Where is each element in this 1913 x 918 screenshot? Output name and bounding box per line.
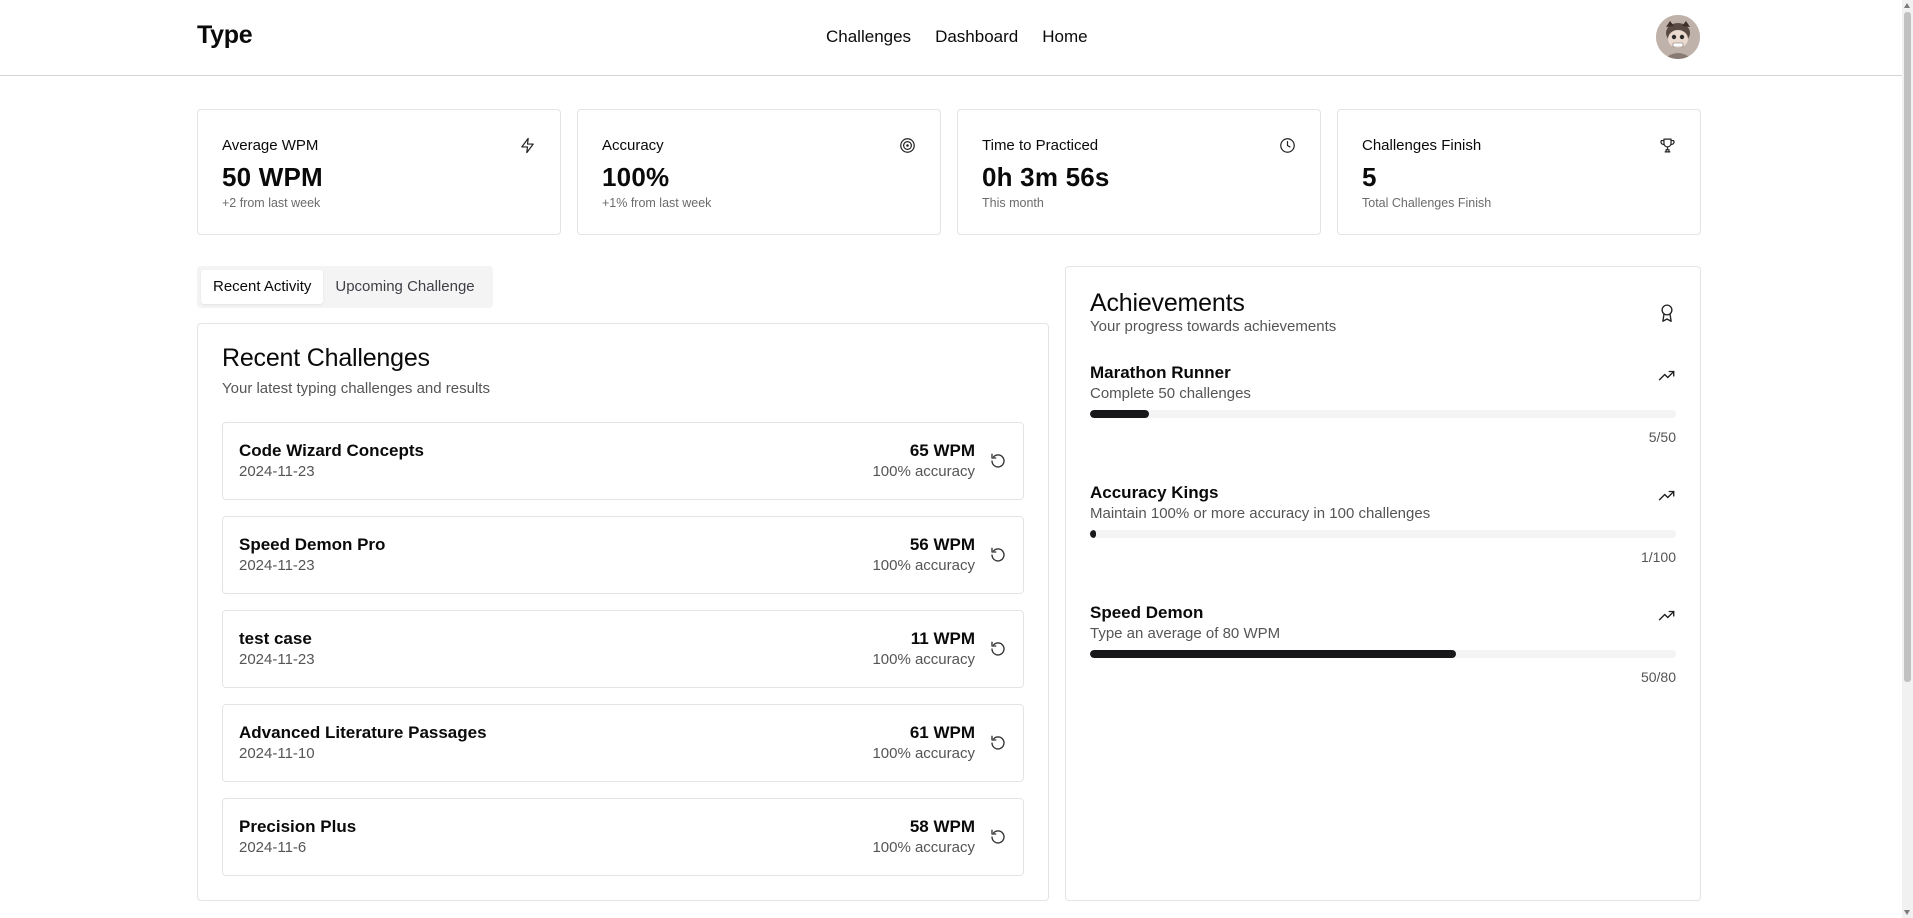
challenge-wpm: 61 WPM xyxy=(909,723,975,742)
trending-up-icon xyxy=(1658,610,1675,621)
challenge-accuracy: 100% accuracy xyxy=(872,463,975,480)
activity-tabs: Recent Activity Upcoming Challenge xyxy=(197,266,493,308)
panel-title: Achievements xyxy=(1090,289,1245,317)
user-avatar[interactable] xyxy=(1656,15,1700,59)
scroll-thumb[interactable] xyxy=(1904,12,1911,682)
achievement-item: Marathon Runner Complete 50 challenges 5… xyxy=(1090,363,1676,453)
scroll-up-arrow-icon[interactable] xyxy=(1904,3,1910,8)
challenge-accuracy: 100% accuracy xyxy=(872,839,975,856)
challenge-accuracy: 100% accuracy xyxy=(872,557,975,574)
stat-card-challenges-finish: Challenges Finish 5 Total Challenges Fin… xyxy=(1337,109,1701,235)
achievement-progress-bar xyxy=(1090,530,1676,538)
stat-subtext: +2 from last week xyxy=(222,196,321,210)
challenge-row[interactable]: Precision Plus 2024-11-6 58 WPM 100% acc… xyxy=(222,798,1024,876)
achievement-description: Complete 50 challenges xyxy=(1090,385,1251,402)
challenge-row[interactable]: Advanced Literature Passages 2024-11-10 … xyxy=(222,704,1024,782)
page-scrollbar[interactable] xyxy=(1902,0,1913,918)
target-icon xyxy=(900,138,915,153)
achievement-description: Maintain 100% or more accuracy in 100 ch… xyxy=(1090,505,1431,522)
nav-link-challenges[interactable]: Challenges xyxy=(826,27,911,47)
trending-up-icon xyxy=(1658,490,1675,501)
zap-icon xyxy=(521,137,534,154)
retry-icon[interactable] xyxy=(989,452,1007,470)
panel-subtitle: Your latest typing challenges and result… xyxy=(222,380,490,397)
scroll-down-arrow-icon[interactable] xyxy=(1904,910,1910,915)
achievement-progress-bar xyxy=(1090,650,1676,658)
stat-value: 50 WPM xyxy=(222,162,323,192)
stat-title: Time to Practiced xyxy=(982,137,1099,154)
avatar-image xyxy=(1656,15,1700,59)
achievement-name: Marathon Runner xyxy=(1090,363,1231,382)
achievement-name: Speed Demon xyxy=(1090,603,1204,622)
challenge-wpm: 56 WPM xyxy=(909,535,975,554)
stat-value: 100% xyxy=(602,162,670,192)
challenge-accuracy: 100% accuracy xyxy=(872,651,975,668)
award-icon xyxy=(1661,304,1673,322)
challenge-name: Code Wizard Concepts xyxy=(239,441,424,460)
panel-subtitle: Your progress towards achievements xyxy=(1090,318,1337,335)
challenge-date: 2024-11-23 xyxy=(239,463,315,480)
challenge-date: 2024-11-23 xyxy=(239,651,315,668)
challenge-date: 2024-11-6 xyxy=(239,839,307,856)
challenge-name: Precision Plus xyxy=(239,817,357,836)
stat-card-average-wpm: Average WPM 50 WPM +2 from last week xyxy=(197,109,561,235)
brand-logo[interactable]: Type xyxy=(197,21,253,50)
stat-card-time-practiced: Time to Practiced 0h 3m 56s This month xyxy=(957,109,1321,235)
retry-icon[interactable] xyxy=(989,734,1007,752)
achievement-progress-fill xyxy=(1090,650,1457,658)
stat-title: Accuracy xyxy=(602,137,664,154)
panel-title: Recent Challenges xyxy=(222,344,430,372)
achievement-name: Accuracy Kings xyxy=(1090,483,1219,502)
challenge-wpm: 11 WPM xyxy=(910,629,975,648)
tab-upcoming-challenge[interactable]: Upcoming Challenge xyxy=(323,270,486,304)
achievement-progress-fill xyxy=(1090,530,1096,538)
challenge-wpm: 65 WPM xyxy=(909,441,975,460)
stat-subtext: +1% from last week xyxy=(602,196,712,210)
tab-recent-activity[interactable]: Recent Activity xyxy=(201,270,324,304)
challenge-row[interactable]: Speed Demon Pro 2024-11-23 56 WPM 100% a… xyxy=(222,516,1024,594)
challenge-date: 2024-11-10 xyxy=(239,745,315,762)
challenge-name: Speed Demon Pro xyxy=(239,535,386,554)
retry-icon[interactable] xyxy=(989,546,1007,564)
main-nav: Challenges Dashboard Home xyxy=(826,27,1088,47)
achievement-description: Type an average of 80 WPM xyxy=(1090,625,1281,642)
achievements-panel: Achievements Your progress towards achie… xyxy=(1065,266,1701,901)
retry-icon[interactable] xyxy=(989,828,1007,846)
stat-subtext: This month xyxy=(982,196,1044,210)
achievement-progress-count: 50/80 xyxy=(1640,669,1676,685)
challenge-name: Advanced Literature Passages xyxy=(239,723,487,742)
challenge-accuracy: 100% accuracy xyxy=(872,745,975,762)
stat-value: 0h 3m 56s xyxy=(982,162,1110,192)
challenge-wpm: 58 WPM xyxy=(909,817,975,836)
retry-icon[interactable] xyxy=(989,640,1007,658)
clock-icon xyxy=(1280,138,1295,153)
achievement-progress-count: 1/100 xyxy=(1640,549,1676,565)
stat-subtext: Total Challenges Finish xyxy=(1362,196,1492,210)
challenge-name: test case xyxy=(239,629,312,648)
recent-challenges-panel: Recent Challenges Your latest typing cha… xyxy=(197,323,1049,901)
nav-link-dashboard[interactable]: Dashboard xyxy=(935,27,1018,47)
stat-title: Average WPM xyxy=(222,137,319,154)
stat-value: 5 xyxy=(1362,162,1377,192)
trending-up-icon xyxy=(1658,370,1675,381)
achievement-progress-bar xyxy=(1090,410,1676,418)
stat-title: Challenges Finish xyxy=(1362,137,1482,154)
challenge-row[interactable]: Code Wizard Concepts 2024-11-23 65 WPM 1… xyxy=(222,422,1024,500)
trophy-icon xyxy=(1660,138,1675,153)
stat-card-accuracy: Accuracy 100% +1% from last week xyxy=(577,109,941,235)
nav-link-home[interactable]: Home xyxy=(1042,27,1087,47)
achievement-progress-fill xyxy=(1090,410,1149,418)
top-navbar: Type Challenges Dashboard Home xyxy=(0,0,1902,76)
achievement-item: Accuracy Kings Maintain 100% or more acc… xyxy=(1090,483,1676,573)
achievement-progress-count: 5/50 xyxy=(1648,429,1676,445)
challenge-date: 2024-11-23 xyxy=(239,557,315,574)
challenge-row[interactable]: test case 2024-11-23 11 WPM 100% accurac… xyxy=(222,610,1024,688)
achievement-item: Speed Demon Type an average of 80 WPM 50… xyxy=(1090,603,1676,693)
